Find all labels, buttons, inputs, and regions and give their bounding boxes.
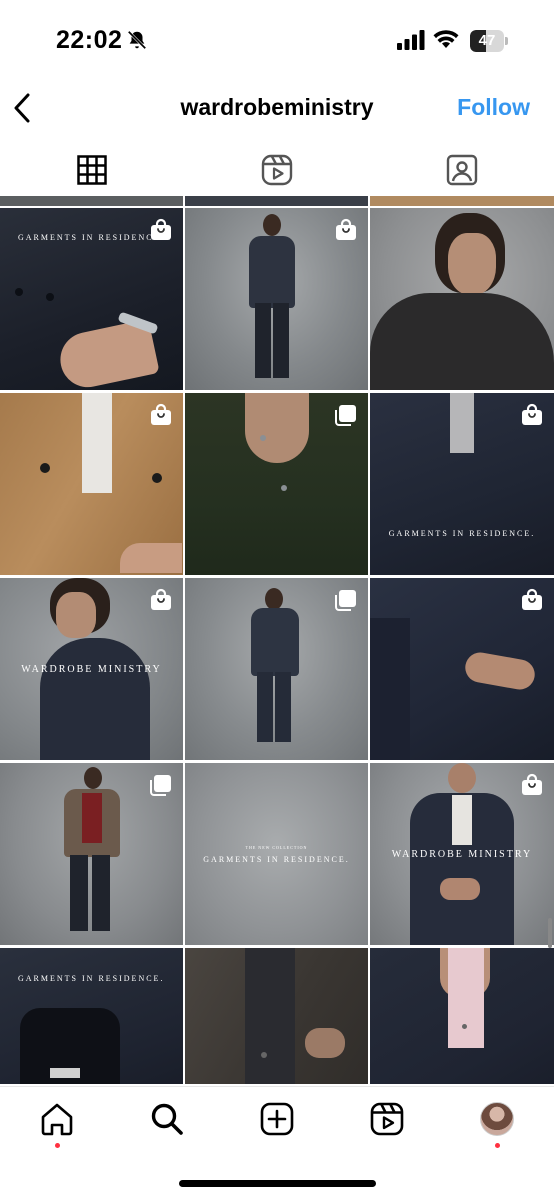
tab-posts[interactable] (0, 146, 185, 194)
post-caption: GARMENTS IN RESIDENCE. (18, 974, 165, 983)
nav-reels[interactable] (367, 1099, 407, 1139)
reels-icon (370, 1102, 404, 1136)
shopping-bag-icon (522, 773, 542, 795)
reels-icon (261, 154, 293, 186)
post-tile[interactable] (185, 393, 368, 575)
avatar (480, 1102, 514, 1136)
post-tile[interactable] (370, 578, 554, 760)
profile-notification-dot (495, 1143, 500, 1148)
nav-home[interactable] (37, 1099, 77, 1139)
post-subcaption: THE NEW COLLECTION (245, 845, 308, 850)
post-tile[interactable] (0, 393, 183, 575)
post-caption: GARMENTS IN RESIDENCE. (203, 855, 350, 864)
profile-header: wardrobeministry Follow (0, 84, 554, 132)
post-tile[interactable]: WARDROBE MINISTRY (0, 578, 183, 760)
tagged-icon (446, 154, 477, 186)
post-caption: WARDROBE MINISTRY (391, 849, 533, 860)
nav-search[interactable] (147, 1099, 187, 1139)
carousel-icon (335, 590, 356, 611)
post-tile[interactable] (185, 578, 368, 760)
posts-grid: GARMENTS IN RESIDENCE. GARMENTS IN RESID… (0, 196, 554, 1084)
post-tile[interactable] (185, 208, 368, 390)
tab-tagged[interactable] (369, 146, 554, 194)
shopping-bag-icon (336, 218, 356, 240)
shopping-bag-icon (151, 588, 171, 610)
nav-profile[interactable] (477, 1099, 517, 1139)
follow-button[interactable]: Follow (457, 94, 530, 121)
shopping-bag-icon (522, 588, 542, 610)
shopping-bag-icon (151, 403, 171, 425)
previous-row-sliver (0, 196, 554, 206)
shopping-bag-icon (151, 218, 171, 240)
profile-tabs (0, 146, 554, 194)
carousel-icon (335, 405, 356, 426)
home-indicator (179, 1180, 376, 1187)
post-caption: GARMENTS IN RESIDENCE. (388, 529, 536, 538)
post-tile[interactable]: THE NEW COLLECTION GARMENTS IN RESIDENCE… (185, 763, 368, 945)
post-tile[interactable]: GARMENTS IN RESIDENCE. (0, 208, 183, 390)
grid-icon (77, 155, 108, 185)
tab-reels[interactable] (185, 146, 370, 194)
nav-create[interactable] (257, 1099, 297, 1139)
post-tile[interactable]: GARMENTS IN RESIDENCE. (0, 948, 183, 1084)
search-icon (151, 1103, 183, 1135)
status-bar: 22:02 47 (0, 0, 554, 84)
plus-square-icon (260, 1102, 294, 1136)
bell-muted-icon (127, 30, 147, 50)
carousel-icon (150, 775, 171, 796)
home-icon (41, 1103, 73, 1136)
post-tile[interactable] (370, 948, 554, 1084)
post-tile[interactable] (0, 763, 183, 945)
battery-indicator: 47 (470, 30, 508, 52)
battery-percent: 47 (478, 32, 496, 49)
post-tile[interactable] (370, 208, 554, 390)
status-time: 22:02 (56, 26, 123, 54)
shopping-bag-icon (522, 403, 542, 425)
scrollbar-thumb[interactable] (548, 918, 552, 948)
post-tile[interactable] (185, 948, 368, 1084)
home-notification-dot (55, 1143, 60, 1148)
post-tile[interactable]: GARMENTS IN RESIDENCE. (370, 393, 554, 575)
cellular-signal-icon (397, 30, 425, 50)
post-tile[interactable]: WARDROBE MINISTRY (370, 763, 554, 945)
post-caption: WARDROBE MINISTRY (21, 664, 162, 675)
wifi-icon (433, 30, 459, 48)
